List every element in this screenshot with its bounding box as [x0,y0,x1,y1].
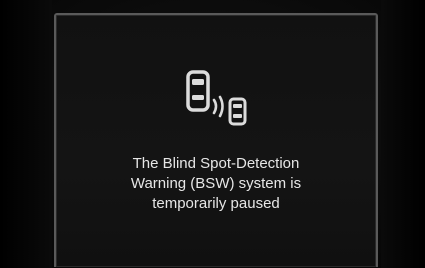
message-line-3: temporarily paused [152,195,280,212]
display-screen: The Blind Spot-Detection Warning (BSW) s… [0,0,425,268]
message-line-2: Warning (BSW) system is [130,175,302,192]
blind-spot-detection-icon [183,70,253,130]
right-bezel [381,0,425,268]
bsw-paused-message: The Blind Spot-Detection Warning (BSW) s… [66,154,366,214]
left-bezel [0,0,52,268]
warning-panel: The Blind Spot-Detection Warning (BSW) s… [54,13,378,267]
message-line-1: The Blind Spot-Detection [132,155,300,172]
